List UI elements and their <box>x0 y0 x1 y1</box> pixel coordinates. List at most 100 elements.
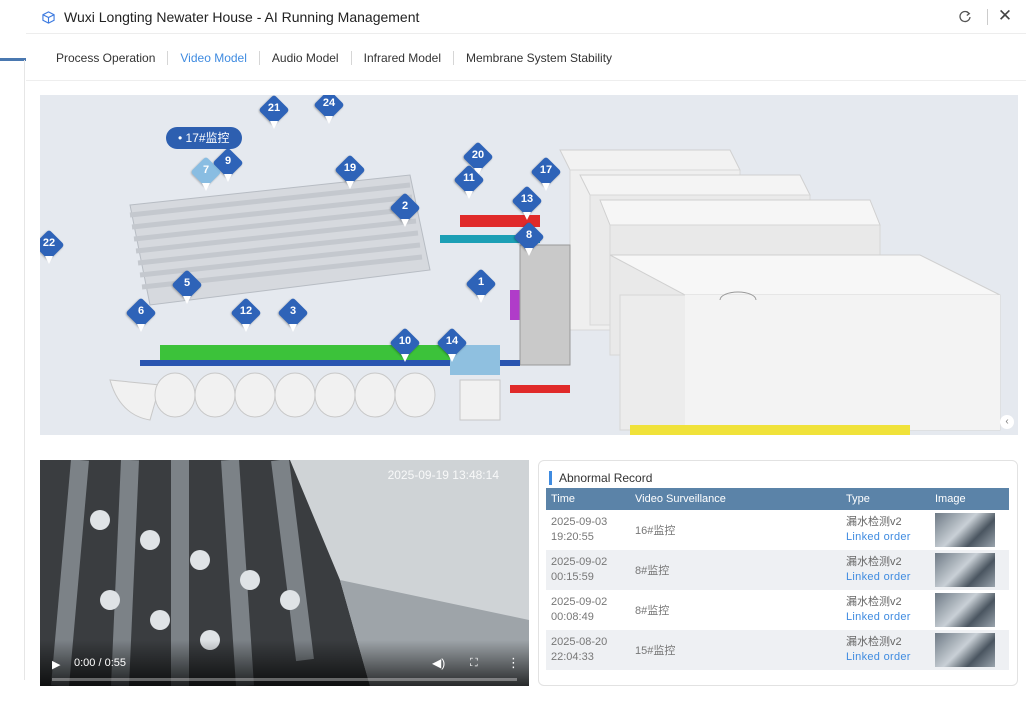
row-time: 2025-08-20 22:04:33 <box>546 635 635 665</box>
snapshot-thumbnail[interactable] <box>935 513 995 547</box>
row-clock: 22:04:33 <box>551 651 594 663</box>
tab-membrane-system-stability[interactable]: Membrane System Stability <box>454 51 624 65</box>
camera-marker-19[interactable]: 19 <box>334 154 366 191</box>
tab-audio-model[interactable]: Audio Model <box>260 51 351 65</box>
titlebar-divider <box>987 9 988 25</box>
more-vertical-icon: ⋮ <box>507 655 520 670</box>
column-header-video-surveillance: Video Surveillance <box>635 493 726 505</box>
camera-marker-22[interactable]: 22 <box>40 229 65 266</box>
chevron-left-icon: ‹ <box>1005 416 1009 427</box>
app-window: Wuxi Longting Newater House - AI Running… <box>26 0 1026 705</box>
camera-marker-6[interactable]: 6 <box>125 297 157 334</box>
video-controls: ▶ 0:00 / 0:55 ◀) ⛶ ⋮ <box>40 640 529 686</box>
play-icon: ▶ <box>52 659 61 671</box>
table-row[interactable]: 2025-09-03 19:20:55 16#监控 漏水检测v2 Linked or… <box>546 510 1009 550</box>
volume-button[interactable]: ◀) <box>432 656 445 670</box>
row-camera: 15#监控 <box>635 645 676 657</box>
table-row[interactable]: 2025-09-02 00:15:59 8#监控 漏水检测v2 Linked ord… <box>546 550 1009 590</box>
close-icon: ✕ <box>997 6 1013 25</box>
video-timestamp-overlay: 2025-09-19 13:48:14 <box>387 468 499 482</box>
row-date: 2025-09-02 <box>551 556 608 568</box>
refresh-icon <box>959 10 971 23</box>
abnormal-record-table: Time Video Surveillance Type Image 2025-… <box>546 488 1009 670</box>
snapshot-thumbnail[interactable] <box>935 553 995 587</box>
window-title: Wuxi Longting Newater House - AI Running… <box>64 9 420 25</box>
row-type-label: 漏水检测v2 <box>846 636 902 648</box>
tab-video-model[interactable]: Video Model <box>168 51 259 65</box>
row-time: 2025-09-03 19:20:55 <box>546 515 635 545</box>
linked-order-link[interactable]: Linked order <box>846 610 935 625</box>
video-player[interactable]: 2025-09-19 13:48:14 ▶ 0:00 / 0:55 ◀) ⛶ ⋮ <box>40 460 529 686</box>
row-camera: 8#监控 <box>635 605 670 617</box>
selected-camera-label[interactable]: • 17#监控 <box>166 127 242 149</box>
camera-marker-14[interactable]: 14 <box>436 327 468 364</box>
row-clock: 00:15:59 <box>551 571 594 583</box>
row-type-label: 漏水检测v2 <box>846 516 902 528</box>
camera-marker-7[interactable]: 7 <box>190 156 222 193</box>
row-image <box>935 633 1009 667</box>
tab-process-operation[interactable]: Process Operation <box>44 51 167 65</box>
table-header: Time Video Surveillance Type Image <box>546 488 1009 510</box>
table-row[interactable]: 2025-09-02 00:08:49 8#监控 漏水检测v2 Linked ord… <box>546 590 1009 630</box>
row-type: 漏水检测v2 Linked order <box>846 635 935 665</box>
row-clock: 19:20:55 <box>551 531 594 543</box>
linked-order-link[interactable]: Linked order <box>846 650 935 665</box>
fullscreen-icon: ⛶ <box>470 657 478 669</box>
tab-underline-rule <box>26 80 1026 81</box>
column-header-image: Image <box>935 493 966 505</box>
row-type-label: 漏水检测v2 <box>846 596 902 608</box>
camera-marker-10[interactable]: 10 <box>389 327 421 364</box>
camera-marker-24[interactable]: 24 <box>313 95 345 126</box>
play-button[interactable]: ▶ <box>52 658 60 671</box>
snapshot-thumbnail[interactable] <box>935 593 995 627</box>
row-image <box>935 513 1009 547</box>
linked-order-link[interactable]: Linked order <box>846 530 935 545</box>
row-date: 2025-08-20 <box>551 636 608 648</box>
camera-marker-5[interactable]: 5 <box>171 269 203 306</box>
row-image <box>935 593 1009 627</box>
side-divider <box>24 60 25 680</box>
video-progress-bar[interactable] <box>52 678 517 681</box>
camera-marker-13[interactable]: 13 <box>511 185 543 222</box>
linked-order-link[interactable]: Linked order <box>846 570 935 585</box>
bottom-vessels <box>109 372 501 421</box>
row-camera: 8#监控 <box>635 565 670 577</box>
row-camera: 16#监控 <box>635 525 676 537</box>
column-header-time: Time <box>551 493 576 505</box>
table-row[interactable]: 2025-08-20 22:04:33 15#监控 漏水检测v2 Linked or… <box>546 630 1009 670</box>
tab-bar: Process Operation Video Model Audio Mode… <box>44 44 624 72</box>
panel-title: Abnormal Record <box>549 471 652 485</box>
camera-marker-8[interactable]: 8 <box>513 221 545 258</box>
camera-marker-3[interactable]: 3 <box>277 297 309 334</box>
camera-marker-11[interactable]: 11 <box>453 164 485 201</box>
snapshot-thumbnail[interactable] <box>935 633 995 667</box>
more-options-button[interactable]: ⋮ <box>507 655 520 671</box>
camera-marker-21[interactable]: 21 <box>258 95 290 131</box>
plant-3d-scene[interactable]: • 17#监控 21 24 9 7 20 19 11 17 13 2 8 22 … <box>40 95 1018 435</box>
scene-collapse-button[interactable]: ‹ <box>1000 415 1014 429</box>
title-bar: Wuxi Longting Newater House - AI Running… <box>26 0 1026 34</box>
cube-icon <box>42 11 55 24</box>
volume-icon: ◀) <box>432 656 446 670</box>
row-date: 2025-09-03 <box>551 516 608 528</box>
camera-marker-1[interactable]: 1 <box>465 268 497 305</box>
row-clock: 00:08:49 <box>551 611 594 623</box>
tab-infrared-model[interactable]: Infrared Model <box>352 51 453 65</box>
video-time-display: 0:00 / 0:55 <box>74 657 126 669</box>
abnormal-record-panel: Abnormal Record Time Video Surveillance … <box>538 460 1018 686</box>
refresh-button[interactable] <box>956 8 974 26</box>
row-type: 漏水检测v2 Linked order <box>846 555 935 585</box>
row-type-label: 漏水检测v2 <box>846 556 902 568</box>
close-button[interactable]: ✕ <box>996 7 1014 25</box>
row-type: 漏水检测v2 Linked order <box>846 515 935 545</box>
water-tanks <box>559 149 1001 435</box>
row-date: 2025-09-02 <box>551 596 608 608</box>
fullscreen-button[interactable]: ⛶ <box>470 657 478 670</box>
column-header-type: Type <box>846 493 870 505</box>
row-time: 2025-09-02 00:08:49 <box>546 595 635 625</box>
row-type: 漏水检测v2 Linked order <box>846 595 935 625</box>
camera-marker-12[interactable]: 12 <box>230 297 262 334</box>
row-image <box>935 553 1009 587</box>
row-time: 2025-09-02 00:15:59 <box>546 555 635 585</box>
camera-marker-2[interactable]: 2 <box>389 192 421 229</box>
